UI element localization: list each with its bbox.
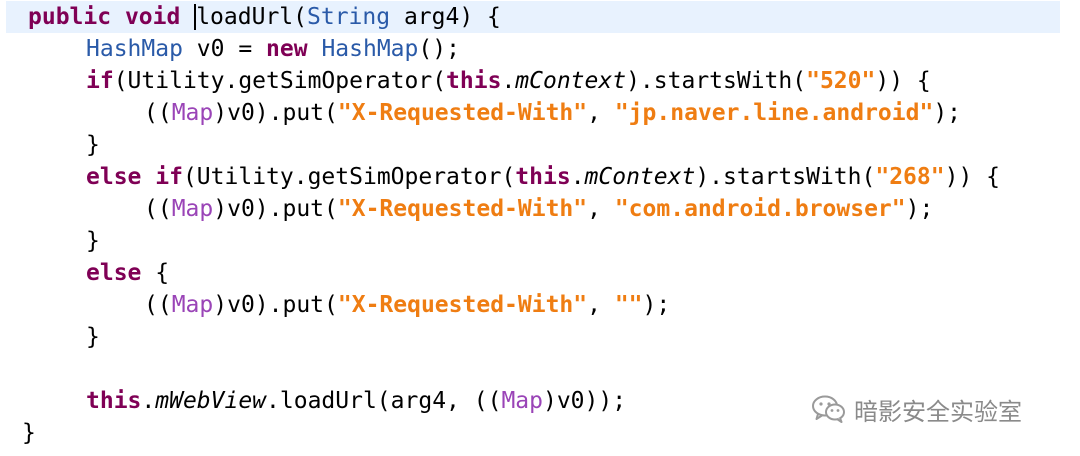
field-token: mContext <box>584 164 696 190</box>
keyword-if: if <box>86 68 114 94</box>
watermark-text: 暗影安全实验室 <box>854 397 1022 426</box>
type-token: HashMap <box>321 36 419 62</box>
code-token: (); <box>418 36 460 62</box>
string-literal: "X-Requested-With" <box>337 100 588 126</box>
code-line-10: ((Map)v0).put("X-Requested-With", ""); <box>0 289 1060 321</box>
method-name[interactable]: loadUrl <box>196 4 293 30</box>
code-line-2: HashMap v0 = new HashMap(); <box>0 33 1060 65</box>
type-token: Map <box>171 196 214 222</box>
code-line-8: } <box>0 225 1060 257</box>
code-token: )v0).put( <box>213 292 338 318</box>
code-token: ).startsWith( <box>695 164 876 190</box>
field-token: mWebView <box>155 388 267 414</box>
code-token: , <box>587 292 615 318</box>
type-token: Map <box>171 292 214 318</box>
code-token: . <box>141 388 156 414</box>
code-token: } <box>86 228 100 254</box>
code-token: )) { <box>875 68 931 94</box>
type-token: Map <box>171 100 214 126</box>
code-token: , <box>587 100 615 126</box>
code-token: )v0)); <box>542 388 627 414</box>
code-editor[interactable]: public void loadUrl(String arg4) { HashM… <box>0 0 1080 456</box>
string-literal: "520" <box>806 68 876 94</box>
code-line-4: ((Map)v0).put("X-Requested-With", "jp.na… <box>0 97 1060 129</box>
keyword-this: this <box>86 388 142 414</box>
keyword-void: void <box>124 4 181 30</box>
type-token: Map <box>501 388 543 414</box>
code-token: )v0).put( <box>213 100 338 126</box>
keyword-if: if <box>155 164 183 190</box>
keyword-else: else <box>86 164 142 190</box>
type-token: String <box>307 4 391 30</box>
code-token: ).startsWith( <box>626 68 807 94</box>
code-token: ); <box>905 196 934 222</box>
code-token: (( <box>144 100 172 126</box>
wechat-icon <box>812 395 845 423</box>
code-token: (( <box>144 196 172 222</box>
type-token: HashMap <box>86 36 183 62</box>
keyword-this: this <box>446 68 502 94</box>
code-token: )) { <box>944 164 1000 190</box>
keyword-this: this <box>515 164 571 190</box>
code-token: . <box>501 68 516 94</box>
code-token: (Utility.getSimOperator( <box>113 68 447 94</box>
keyword-public: public <box>28 4 112 30</box>
string-literal: "jp.naver.line.android" <box>614 100 934 126</box>
code-token: ( <box>293 4 307 30</box>
code-line-1: public void loadUrl(String arg4) { <box>6 1 1060 33</box>
watermark: 暗影安全实验室 <box>812 392 1022 426</box>
code-token: , <box>587 196 615 222</box>
code-token: } <box>22 420 36 446</box>
code-line-3: if(Utility.getSimOperator(this.mContext)… <box>0 65 1060 97</box>
code-line-7: ((Map)v0).put("X-Requested-With", "com.a… <box>0 193 1060 225</box>
string-literal: "268" <box>875 164 945 190</box>
string-literal: "X-Requested-With" <box>337 292 588 318</box>
code-line-11: } <box>0 321 1060 353</box>
code-token: v0 = <box>182 36 267 62</box>
code-line-5: } <box>0 129 1060 161</box>
string-literal: "" <box>614 292 643 318</box>
code-token: ); <box>933 100 962 126</box>
field-token: mContext <box>515 68 627 94</box>
code-line-6: else if(Utility.getSimOperator(this.mCon… <box>0 161 1060 193</box>
string-literal: "X-Requested-With" <box>337 196 588 222</box>
code-token: .loadUrl(arg4, (( <box>266 388 502 414</box>
code-token: arg4) { <box>390 4 501 30</box>
code-token: } <box>86 132 100 158</box>
code-token: )v0).put( <box>213 196 338 222</box>
keyword-else: else <box>86 260 142 286</box>
code-token: (Utility.getSimOperator( <box>182 164 516 190</box>
string-literal: "com.android.browser" <box>614 196 906 222</box>
code-token: { <box>141 260 170 286</box>
code-token: } <box>86 324 100 350</box>
keyword-new: new <box>266 36 308 62</box>
code-token: (( <box>144 292 172 318</box>
code-token: ); <box>642 292 671 318</box>
code-line-9: else { <box>0 257 1060 289</box>
code-token: . <box>570 164 585 190</box>
